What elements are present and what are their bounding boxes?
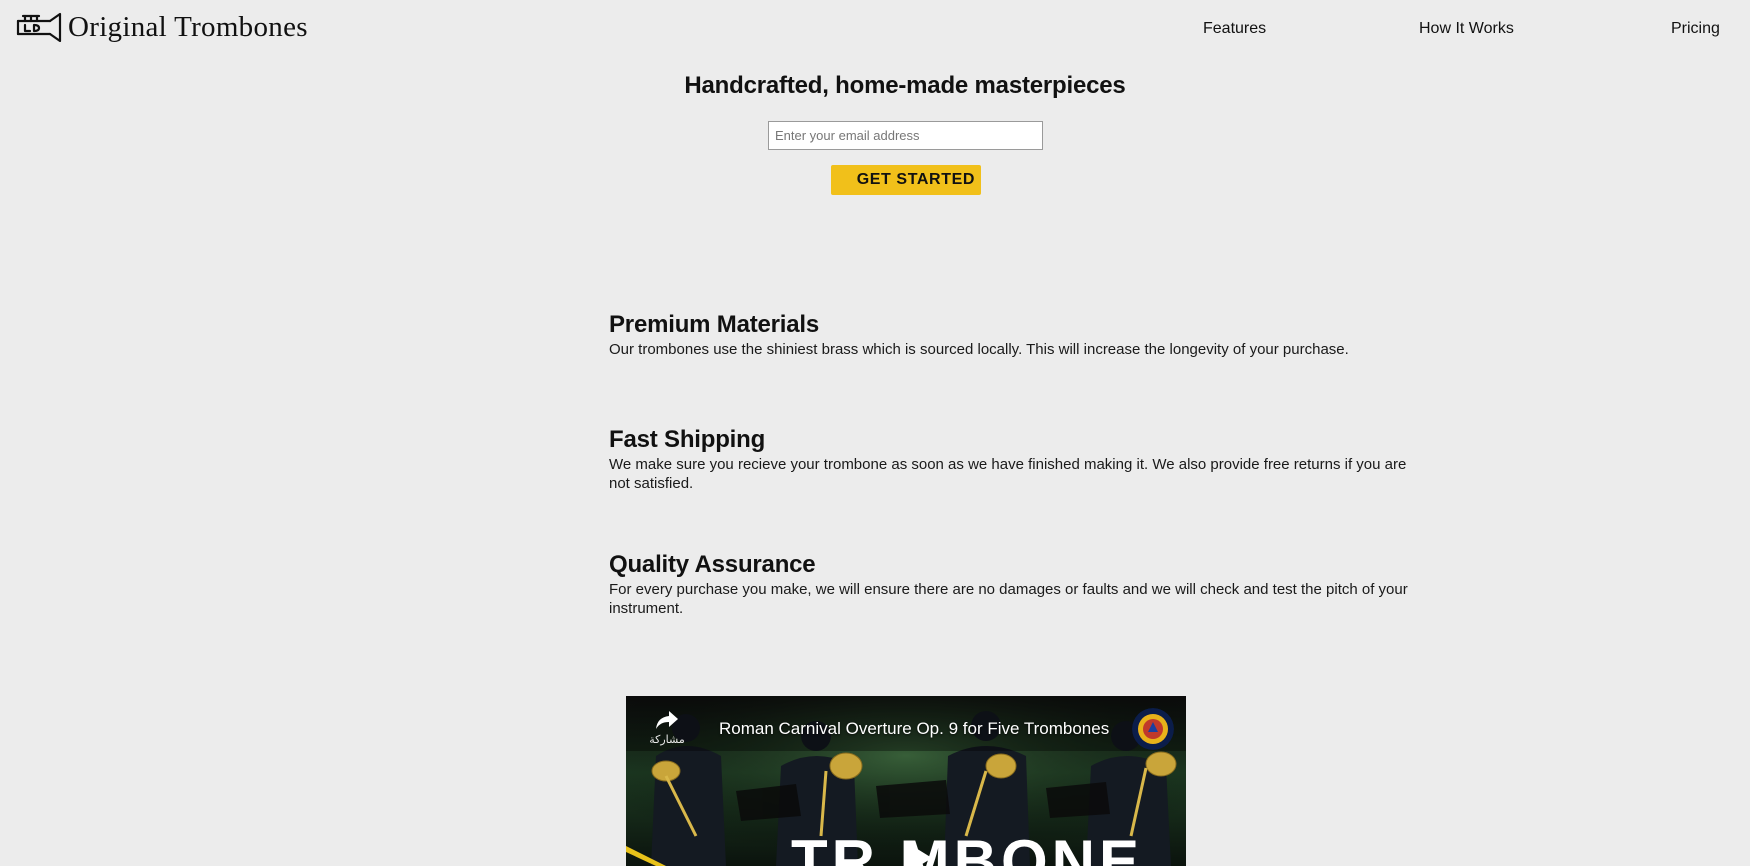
share-label: مشاركة [649, 734, 685, 746]
brand-name: Original Trombones [68, 11, 308, 43]
video-title[interactable]: Roman Carnival Overture Op. 9 for Five T… [719, 718, 1109, 740]
site-header: Original Trombones Features How It Works… [0, 0, 1750, 58]
trombone-logo-icon [16, 12, 62, 42]
nav-link-how-it-works[interactable]: How It Works [1419, 19, 1514, 39]
email-input[interactable] [768, 121, 1043, 150]
share-arrow-icon [656, 711, 678, 729]
feature-description: We make sure you recieve your trombone a… [609, 456, 1407, 492]
play-icon[interactable] [894, 836, 938, 866]
nav-link-features[interactable]: Features [1203, 19, 1266, 39]
video-embed[interactable]: مشاركة Roman Carnival Overture Op. 9 for… [626, 696, 1186, 866]
feature-title: Fast Shipping [609, 426, 766, 453]
video-overlay-text: TR MBONE [791, 828, 1143, 866]
get-started-button[interactable]: GET STARTED [831, 165, 981, 195]
feature-description: For every purchase you make, we will ens… [609, 581, 1408, 617]
feature-description: Our trombones use the shiniest brass whi… [609, 341, 1349, 358]
feature-quality-assurance: Quality Assurance For every purchase you… [609, 551, 1409, 618]
video-share-button[interactable]: مشاركة [644, 708, 690, 747]
feature-fast-shipping: Fast Shipping We make sure you recieve y… [609, 426, 1409, 493]
nav-link-pricing[interactable]: Pricing [1671, 19, 1720, 39]
channel-avatar[interactable] [1132, 708, 1174, 750]
brand-logo[interactable]: Original Trombones [16, 10, 308, 44]
feature-title: Premium Materials [609, 311, 820, 338]
feature-premium-materials: Premium Materials Our trombones use the … [609, 311, 1409, 359]
hero-title: Handcrafted, home-made masterpieces [684, 72, 1126, 99]
feature-title: Quality Assurance [609, 551, 816, 578]
